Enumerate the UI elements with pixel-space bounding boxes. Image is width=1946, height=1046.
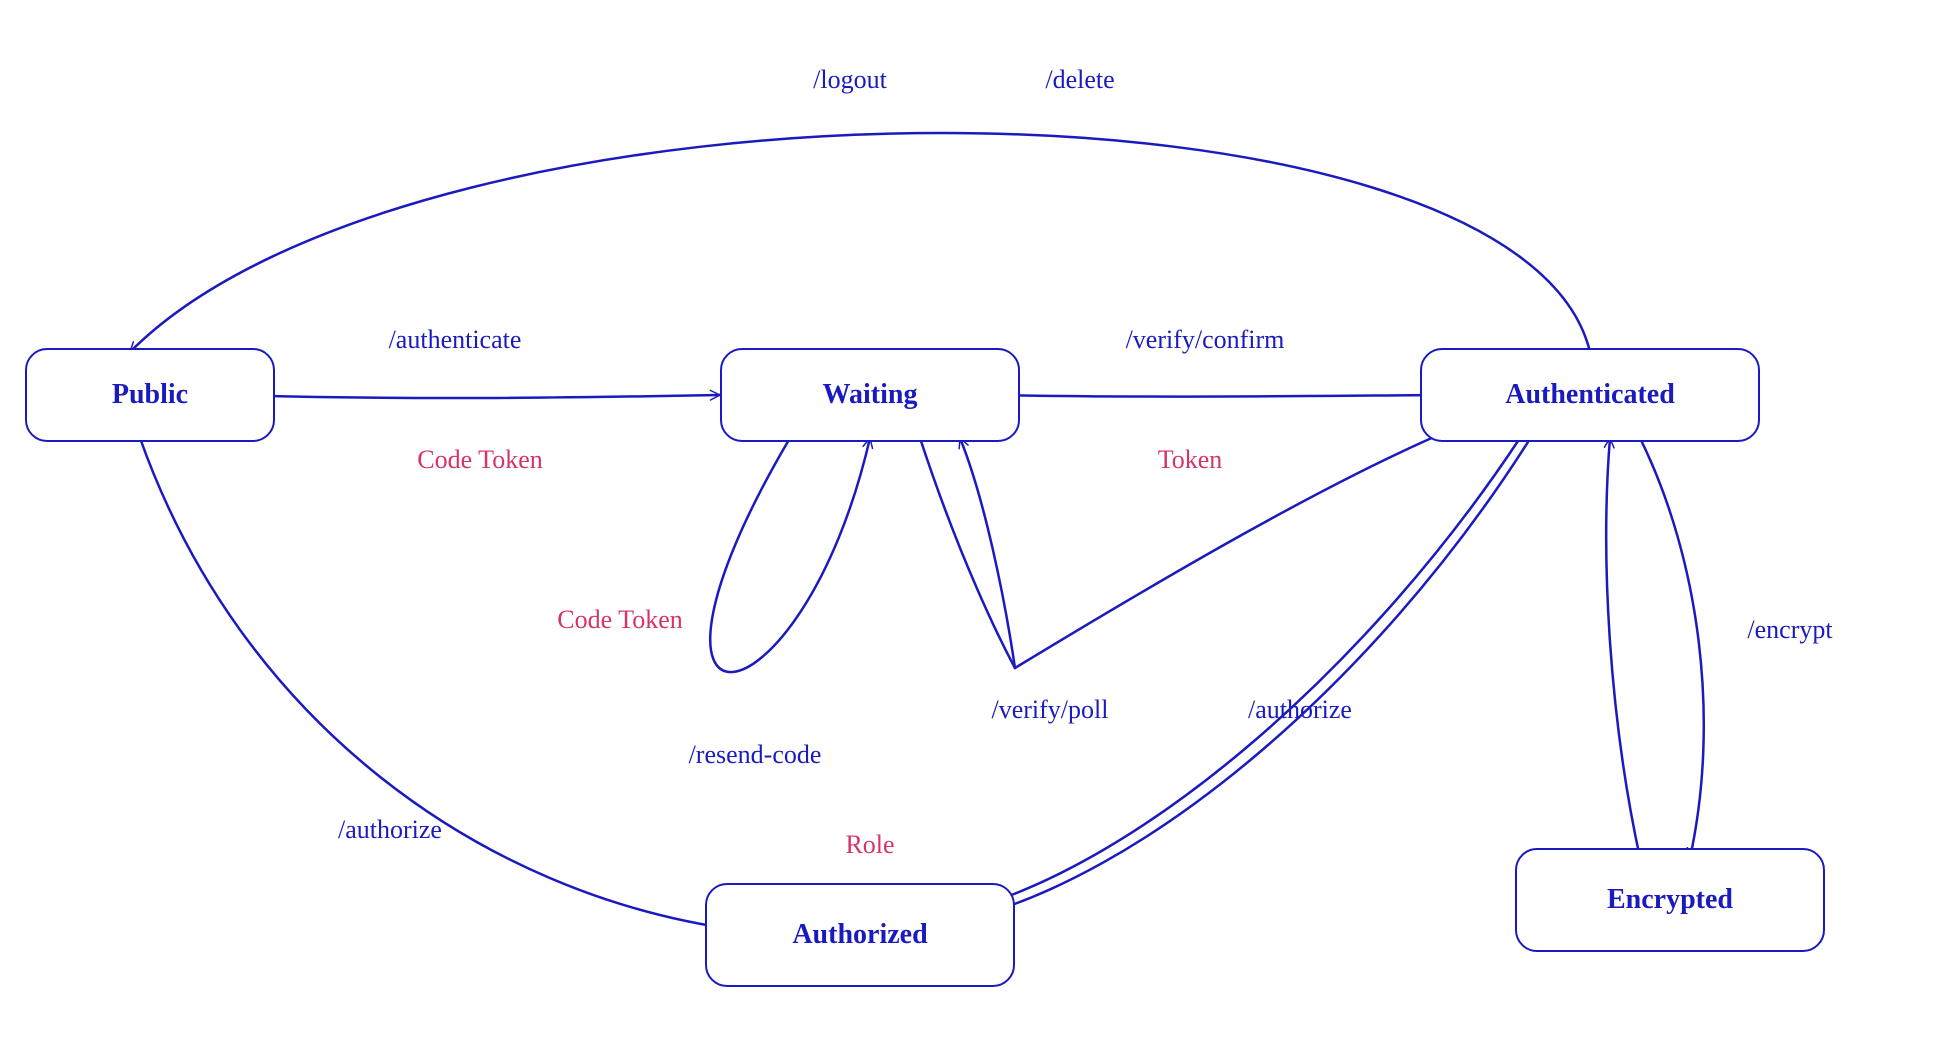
state-authorized: Authorized bbox=[705, 883, 1015, 987]
edge-verify-poll-up-waiting bbox=[960, 438, 1015, 668]
label-authenticate-payload: Code Token bbox=[417, 445, 543, 475]
edge-authorize-public bbox=[140, 438, 738, 930]
edge-authorize-auth-a bbox=[958, 438, 1520, 912]
edge-verify-poll-down bbox=[920, 438, 1015, 668]
label-logout: /logout bbox=[813, 65, 887, 95]
state-encrypted: Encrypted bbox=[1515, 848, 1825, 952]
state-public: Public bbox=[25, 348, 275, 442]
state-machine-diagram: Public Waiting Authenticated Authorized … bbox=[0, 0, 1946, 1046]
label-encrypt: /encrypt bbox=[1747, 615, 1832, 645]
label-delete: /delete bbox=[1045, 65, 1114, 95]
label-authenticate: /authenticate bbox=[389, 325, 522, 355]
label-resend-code: /resend-code bbox=[689, 740, 822, 770]
label-authorize-payload: Role bbox=[845, 830, 894, 860]
edge-logout-delete bbox=[130, 133, 1590, 352]
edge-encrypt-up bbox=[1606, 438, 1640, 858]
state-authenticated: Authenticated bbox=[1420, 348, 1760, 442]
edge-resend-code bbox=[710, 438, 870, 672]
edge-verify-poll-up-auth bbox=[1015, 428, 1455, 668]
label-authorize-public: /authorize bbox=[338, 815, 442, 845]
label-verify-confirm: /verify/confirm bbox=[1126, 325, 1285, 355]
label-verify-confirm-payload: Token bbox=[1158, 445, 1223, 475]
edge-encrypt-down bbox=[1640, 438, 1704, 858]
edge-verify-confirm bbox=[998, 395, 1440, 397]
label-verify-poll: /verify/poll bbox=[992, 695, 1109, 725]
edge-authorize-auth-b bbox=[962, 442, 1528, 920]
label-authorize-auth: /authorize bbox=[1248, 695, 1352, 725]
label-resend-code-payload: Code Token bbox=[557, 605, 683, 635]
state-waiting: Waiting bbox=[720, 348, 1020, 442]
edge-authenticate bbox=[230, 395, 720, 398]
